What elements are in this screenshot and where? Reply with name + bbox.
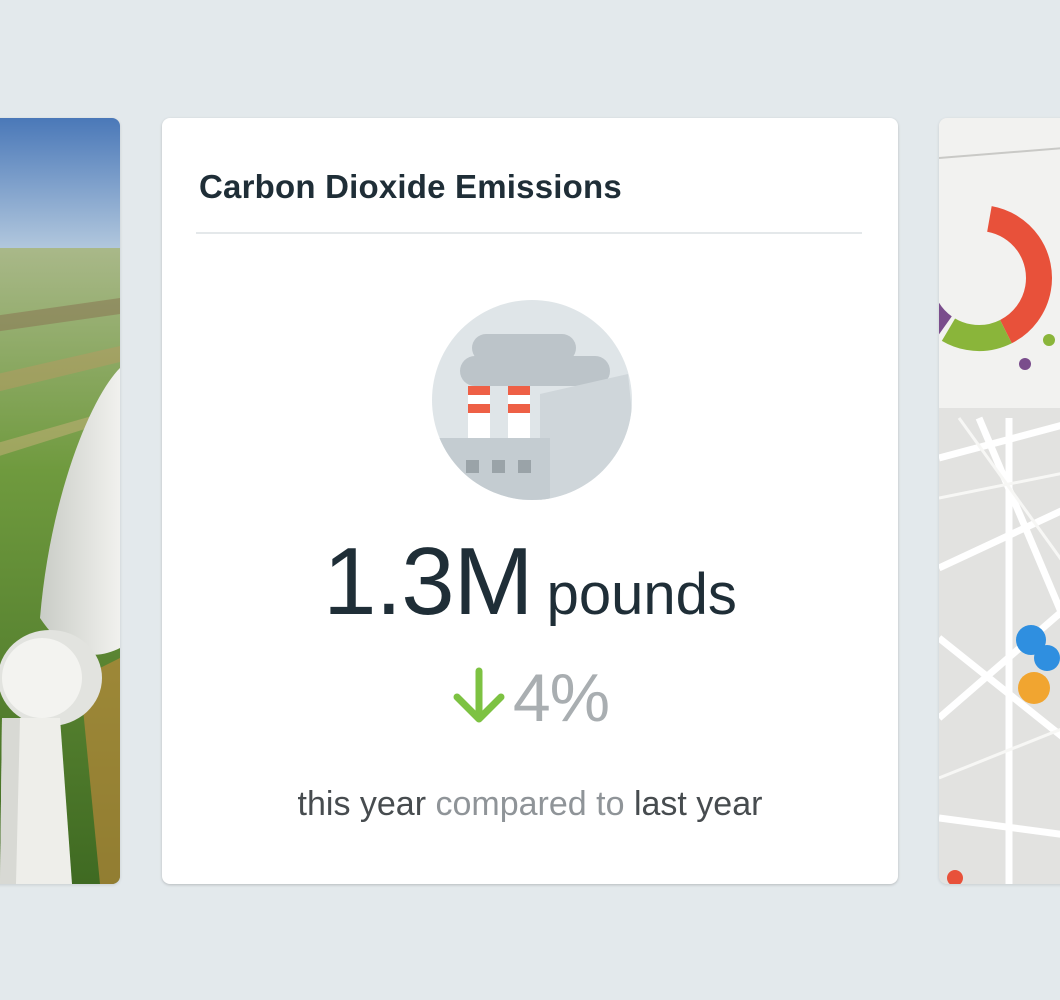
factory-icon: [432, 300, 632, 500]
map-infographic-photo: [939, 118, 1060, 884]
wind-turbine-photo: [0, 118, 120, 884]
arrow-down-icon: [453, 667, 505, 723]
card-title: Carbon Dioxide Emissions: [199, 168, 622, 205]
comparison-last-year: last year: [633, 785, 763, 823]
emissions-metric: 1.3M pounds: [162, 534, 898, 630]
comparison-caption: this year compared to last year: [162, 784, 898, 825]
co2-emissions-card[interactable]: Carbon Dioxide Emissions 1.3M pounds 4% …: [162, 118, 898, 884]
comparison-compared-to: compared to: [435, 785, 625, 823]
right-carousel-card[interactable]: [939, 118, 1060, 884]
comparison-this-year: this year: [297, 785, 427, 823]
change-indicator: 4%: [162, 664, 898, 732]
metric-value: 1.3M: [323, 528, 533, 635]
left-carousel-card[interactable]: [0, 118, 120, 884]
metric-unit: pounds: [546, 562, 737, 627]
title-divider: [196, 232, 862, 234]
change-value: 4%: [512, 660, 610, 736]
